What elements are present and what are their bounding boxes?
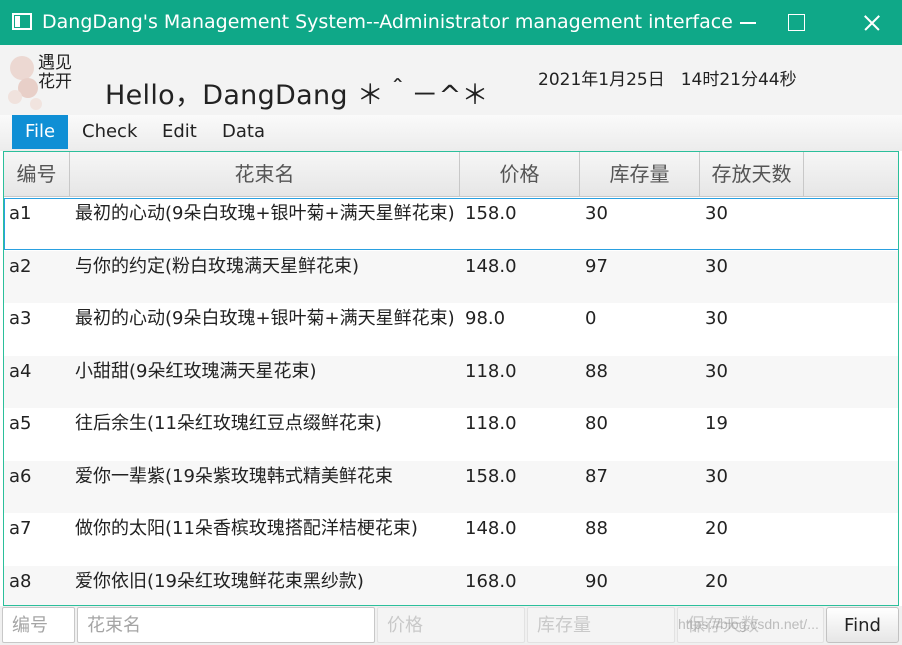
table-row[interactable]: a1 最初的心动(9朵白玫瑰+银叶菊+满天星鲜花束) 158.0 30 30 [4,198,898,250]
window-title-bar: DangDang's Management System--Administra… [0,0,902,45]
cell-id: a3 [9,308,32,329]
cell-price: 148.0 [465,518,517,539]
cell-days: 30 [705,255,728,277]
cell-stock: 90 [585,570,608,592]
flower-logo: 遇见花开 [8,48,84,114]
cell-name: 往后余生(11朵红玫瑰红豆点缀鲜花束) [75,413,382,434]
table-row[interactable]: a2 与你的约定(粉白玫瑰满天星鲜花束) 148.0 97 30 [4,250,898,303]
id-input[interactable] [2,607,75,643]
table-row[interactable]: a5 往后余生(11朵红玫瑰红豆点缀鲜花束) 118.0 80 19 [4,408,898,460]
cell-name: 爱你依旧(19朵红玫瑰鲜花束黑纱款) [75,570,364,592]
cell-id: a6 [9,465,32,487]
cell-id: a5 [9,413,32,434]
datetime-display: 2021年1月25日 14时21分44秒 [538,65,797,90]
cell-days: 20 [705,570,728,592]
greeting-text: Hello，DangDang ＊＾－^＊ [105,80,489,111]
cell-id: a8 [9,570,32,592]
cell-stock: 88 [585,360,608,382]
cell-id: a4 [9,360,32,382]
table-row[interactable]: a7 做你的太阳(11朵香槟玫瑰搭配洋桔梗花束) 148.0 88 20 [4,513,898,565]
cell-price: 158.0 [465,465,517,487]
menu-file[interactable]: File [12,115,69,149]
watermark: https://blog.csdn.net/... [678,616,819,632]
cell-name: 最初的心动(9朵白玫瑰+银叶菊+满天星鲜花束) [75,203,455,224]
cell-name: 爱你一辈紫(19朵紫玫瑰韩式精美鲜花束 [75,465,393,487]
cell-id: a7 [9,518,32,539]
find-button[interactable]: Find [826,607,899,643]
window-title: DangDang's Management System--Administra… [42,11,733,33]
cell-name: 最初的心动(9朵白玫瑰+银叶菊+满天星鲜花束) [75,308,455,329]
cell-price: 118.0 [465,413,517,434]
minimize-icon[interactable] [722,0,772,45]
time-text: 14时21分44秒 [680,70,797,90]
cell-id: a2 [9,255,32,277]
name-input[interactable] [77,607,375,643]
cell-name: 小甜甜(9朵红玫瑰满天星花束) [75,360,317,382]
app-window-icon [12,13,32,30]
cell-stock: 88 [585,518,608,539]
cell-price: 98.0 [465,308,506,329]
cell-id: a1 [9,203,32,224]
maximize-icon[interactable] [770,0,820,45]
cell-price: 168.0 [465,570,517,592]
cell-stock: 80 [585,413,608,434]
date-text: 2021年1月25日 [538,70,665,90]
cell-stock: 87 [585,465,608,487]
cell-name: 做你的太阳(11朵香槟玫瑰搭配洋桔梗花束) [75,518,418,539]
column-header-days[interactable]: 存放天数 [700,152,804,197]
app-header: 遇见花开 Hello，DangDang ＊＾－^＊ 2021年1月25日 14时2… [0,45,902,115]
column-header-price[interactable]: 价格 [460,152,580,197]
cell-stock: 0 [585,308,597,329]
cell-stock: 97 [585,255,608,277]
flower-table[interactable]: 编号 花束名 价格 库存量 存放天数 a1 最初的心动(9朵白玫瑰+银叶菊+满天星… [3,151,899,606]
cell-days: 30 [705,203,728,224]
table-row[interactable]: a8 爱你依旧(19朵红玫瑰鲜花束黑纱款) 168.0 90 20 [4,565,898,605]
table-row[interactable]: a6 爱你一辈紫(19朵紫玫瑰韩式精美鲜花束 158.0 87 30 [4,460,898,513]
table-header: 编号 花束名 价格 库存量 存放天数 [4,152,898,197]
cell-name: 与你的约定(粉白玫瑰满天星鲜花束) [75,255,360,277]
cell-days: 20 [705,518,728,539]
stock-input[interactable] [527,607,675,643]
column-header-name[interactable]: 花束名 [70,152,460,197]
close-icon[interactable] [846,0,896,45]
menu-bar: File Check Edit Data [0,115,902,151]
menu-data[interactable]: Data [209,115,278,149]
cell-days: 30 [705,308,728,329]
cell-days: 30 [705,465,728,487]
column-header-stock[interactable]: 库存量 [580,152,700,197]
price-input[interactable] [377,607,525,643]
cell-price: 148.0 [465,255,517,277]
cell-days: 19 [705,413,728,434]
logo-text: 遇见花开 [38,53,72,92]
cell-days: 30 [705,360,728,382]
cell-price: 158.0 [465,203,517,224]
cell-stock: 30 [585,203,608,224]
table-row[interactable]: a4 小甜甜(9朵红玫瑰满天星花束) 118.0 88 30 [4,355,898,408]
table-row[interactable]: a3 最初的心动(9朵白玫瑰+银叶菊+满天星鲜花束) 98.0 0 30 [4,303,898,355]
menu-check[interactable]: Check [69,115,150,149]
column-header-id[interactable]: 编号 [4,152,70,197]
menu-edit[interactable]: Edit [149,115,210,149]
cell-price: 118.0 [465,360,517,382]
